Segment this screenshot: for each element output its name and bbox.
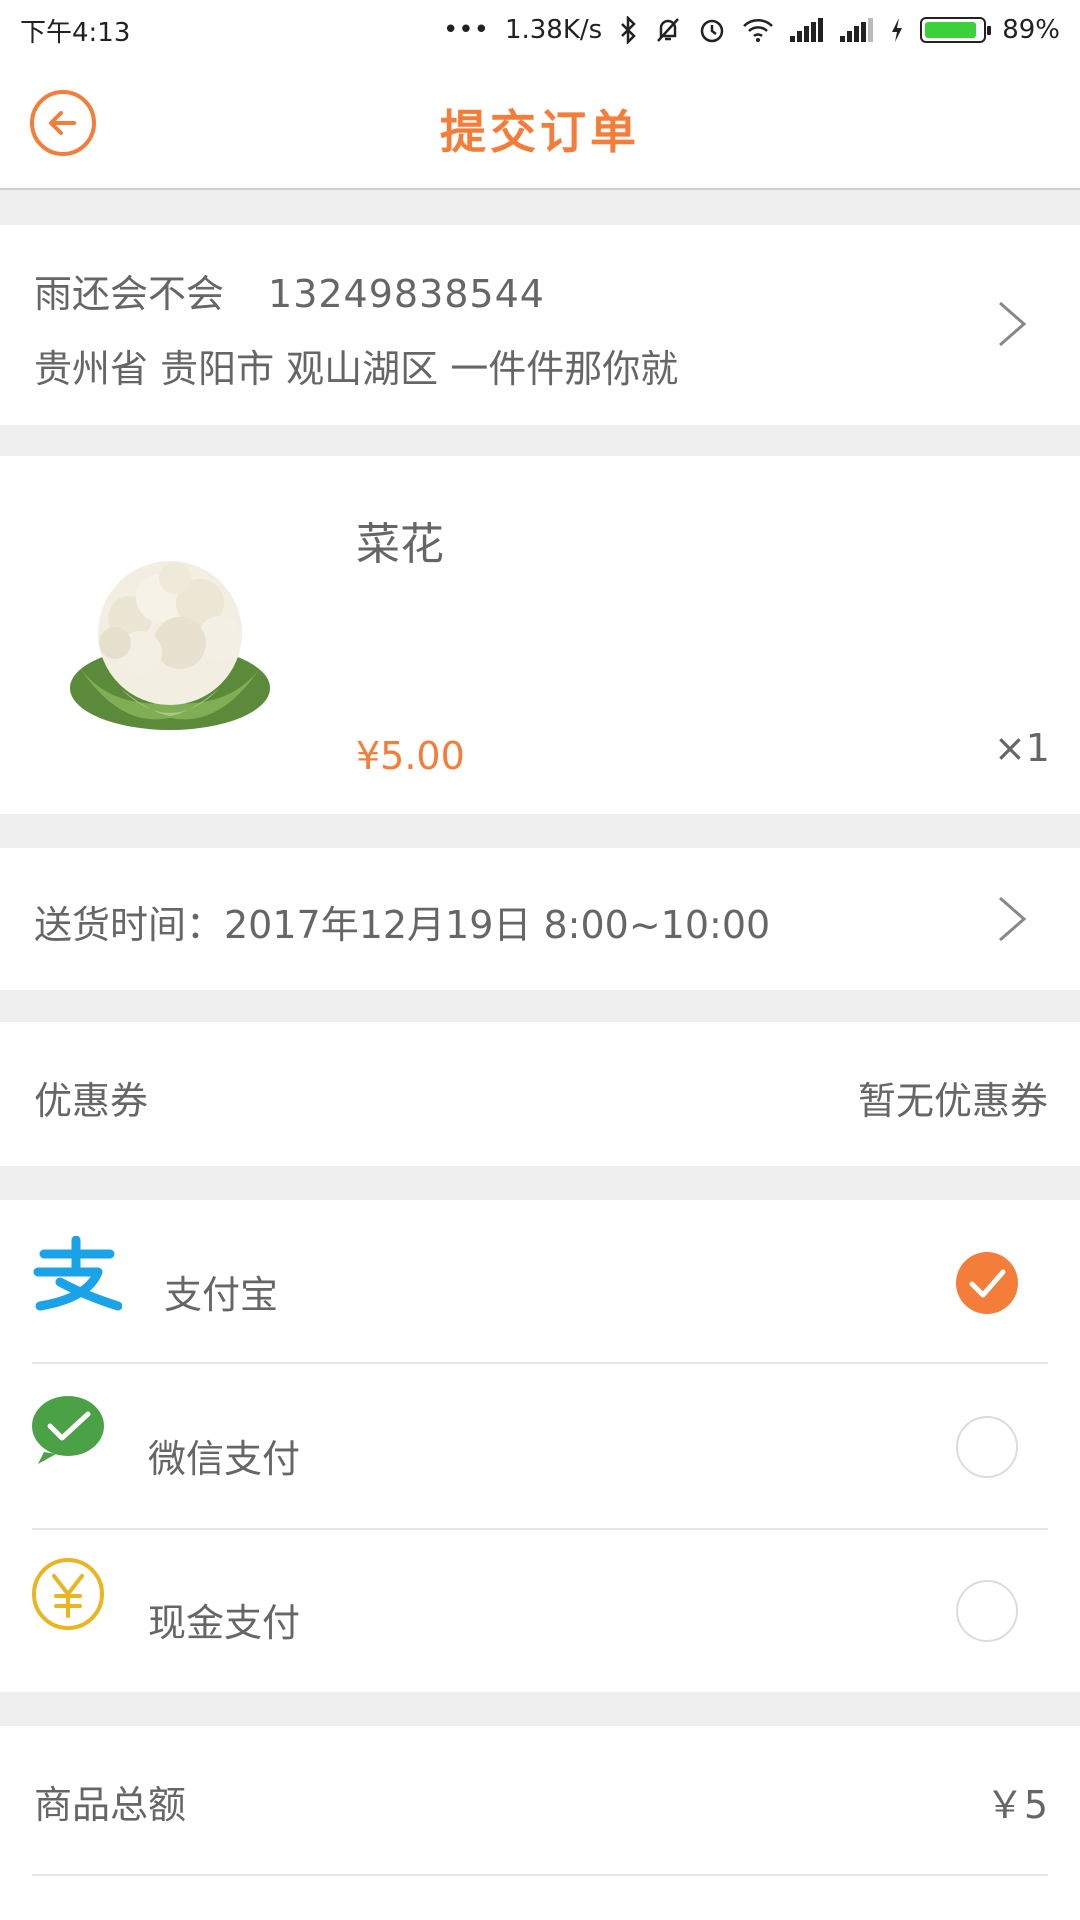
address-card[interactable]: 雨还会不会 13249838544 贵州省 贵阳市 观山湖区 一件件那你就 (0, 225, 1080, 425)
radio-selected[interactable] (956, 1252, 1018, 1314)
more-dots-icon: ••• (442, 15, 489, 45)
payment-methods: 支付宝 微信支付 现金支付 (0, 1200, 1080, 1692)
cauliflower-image (70, 561, 270, 730)
status-time: 下午4:13 (20, 17, 131, 48)
network-speed: 1.38K/s (504, 15, 603, 45)
payment-option-cash[interactable]: 现金支付 (0, 1528, 1080, 1692)
battery-icon (920, 17, 992, 43)
product-name: 菜花 (356, 519, 444, 570)
status-bar: 下午4:13 ••• 1.38K/s 89% (0, 0, 1080, 60)
payment-label: 微信支付 (148, 1437, 301, 1481)
signal-icon (840, 18, 874, 42)
cash-yuan-icon (32, 1558, 104, 1630)
recipient-name: 雨还会不会 (34, 272, 225, 316)
signal-icon (790, 18, 824, 42)
mute-bell-icon (657, 18, 680, 42)
product-price: ¥5.00 (356, 734, 465, 778)
payment-label: 现金支付 (148, 1601, 301, 1645)
recipient-phone: 13249838544 (268, 272, 545, 316)
delivery-time-text: 送货时间：2017年12月19日 8:00~10:00 (34, 903, 771, 947)
product-quantity: ×1 (993, 726, 1050, 770)
chevron-right-icon (999, 301, 1027, 347)
alarm-icon (700, 19, 724, 43)
bluetooth-icon (621, 16, 636, 44)
app-header: 提交订单 (0, 60, 1080, 190)
charging-icon (892, 18, 903, 42)
checkmark-icon (969, 1269, 1006, 1298)
payment-label: 支付宝 (164, 1273, 279, 1317)
address-detail: 贵州省 贵阳市 观山湖区 一件件那你就 (34, 347, 679, 391)
wechat-pay-icon (32, 1396, 104, 1464)
divider (32, 1874, 1048, 1876)
page-title: 提交订单 (440, 105, 640, 159)
battery-percent: 89% (1002, 15, 1060, 45)
alipay-icon (33, 1236, 122, 1311)
radio-unselected[interactable] (956, 1580, 1018, 1642)
coupon-row[interactable]: 优惠券 暂无优惠券 (0, 1022, 1080, 1166)
delivery-time-row[interactable]: 送货时间：2017年12月19日 8:00~10:00 (0, 848, 1080, 990)
total-value: ￥5 (985, 1783, 1048, 1827)
radio-unselected[interactable] (956, 1416, 1018, 1478)
payment-option-alipay[interactable]: 支付宝 (0, 1200, 1080, 1364)
wifi-icon (743, 19, 774, 42)
coupon-label: 优惠券 (34, 1079, 149, 1123)
payment-option-wechat[interactable]: 微信支付 (0, 1364, 1080, 1528)
product-card: 菜花 ¥5.00 ×1 (0, 456, 1080, 814)
order-summary: 商品总额 ￥5 (0, 1726, 1080, 1920)
chevron-right-icon (999, 896, 1027, 942)
total-label: 商品总额 (34, 1783, 187, 1827)
coupon-value: 暂无优惠券 (857, 1079, 1048, 1123)
